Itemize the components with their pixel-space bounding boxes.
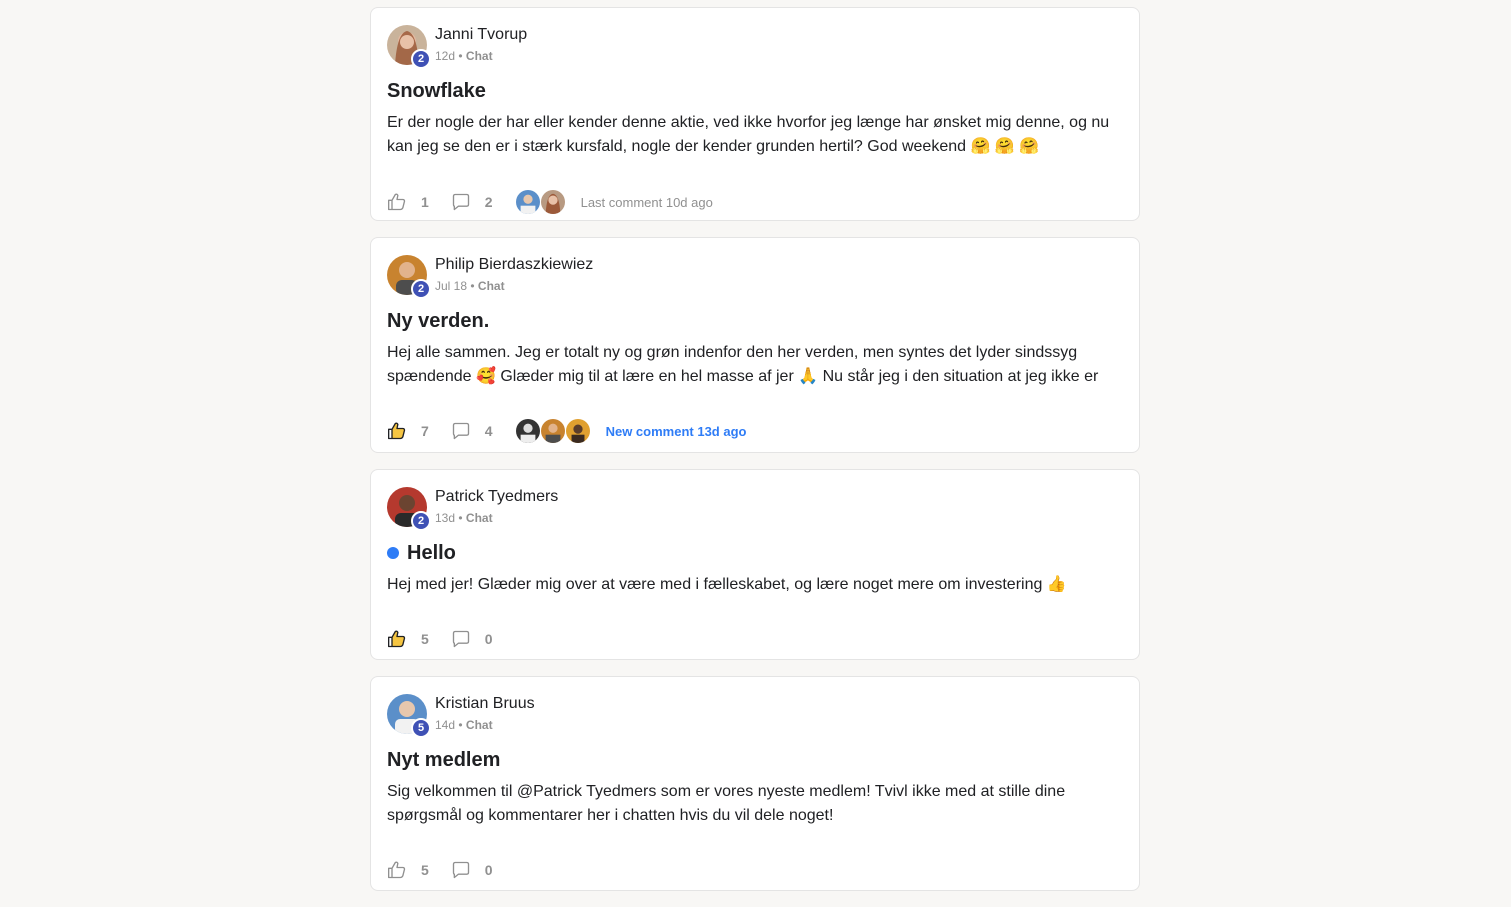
post-meta: 13d • Chat [435, 510, 558, 526]
author-info: Patrick Tyedmers 13d • Chat [435, 486, 558, 526]
post-time: 12d [435, 49, 456, 63]
commenter-avatar [539, 418, 566, 444]
level-badge: 5 [411, 718, 431, 738]
commenter-avatar [539, 189, 566, 215]
post-card[interactable]: 5 Kristian Bruus 14d • Chat Nyt medlem S… [370, 676, 1140, 891]
post-header: 2 Patrick Tyedmers 13d • Chat [387, 486, 1123, 534]
post-card[interactable]: 2 Philip Bierdaszkiewiez Jul 18 • Chat N… [370, 237, 1140, 453]
post-body[interactable]: Er der nogle der har eller kender denne … [387, 111, 1123, 159]
like-button[interactable]: 7 [387, 421, 429, 441]
commenter-avatar [564, 418, 591, 444]
post-category[interactable]: Chat [466, 511, 493, 525]
level-badge: 2 [411, 49, 431, 69]
comment-icon [452, 193, 469, 211]
post-title-text: Snowflake [387, 80, 486, 102]
level-badge: 2 [411, 511, 431, 531]
post-meta: 12d • Chat [435, 48, 527, 64]
author-name[interactable]: Patrick Tyedmers [435, 487, 558, 507]
post-time: 13d [435, 511, 456, 525]
post-body[interactable]: Hej med jer! Glæder mig over at være med… [387, 573, 1123, 597]
author-info: Janni Tvorup 12d • Chat [435, 24, 527, 64]
comment-count: 0 [484, 862, 493, 878]
post-footer: 7 4 New comment 13d ago [387, 402, 1123, 460]
author-info: Kristian Bruus 14d • Chat [435, 693, 535, 733]
post-header: 2 Janni Tvorup 12d • Chat [387, 24, 1123, 72]
post-meta: Jul 18 • Chat [435, 278, 593, 294]
like-count: 7 [421, 423, 429, 439]
post-header: 5 Kristian Bruus 14d • Chat [387, 693, 1123, 741]
meta-separator: • [458, 718, 466, 732]
post-footer: 5 0 [387, 841, 1123, 899]
post-meta: 14d • Chat [435, 717, 535, 733]
post-header: 2 Philip Bierdaszkiewiez Jul 18 • Chat [387, 254, 1123, 302]
like-count: 1 [421, 194, 429, 210]
thumbs-up-icon [388, 193, 406, 211]
avatar[interactable]: 2 [387, 255, 431, 299]
post-card[interactable]: 2 Patrick Tyedmers 13d • Chat Hello Hej … [370, 469, 1140, 660]
post-category[interactable]: Chat [478, 279, 505, 293]
comment-icon [452, 422, 469, 440]
post-footer: 1 2 Last comment 10d ago [387, 173, 1123, 231]
comment-button[interactable]: 4 [451, 421, 493, 441]
thumbs-up-icon [388, 422, 406, 440]
comment-icon [452, 861, 469, 879]
post-body[interactable]: Hej alle sammen. Jeg er totalt ny og grø… [387, 341, 1123, 389]
post-footer: 5 0 [387, 610, 1123, 668]
comment-icon [452, 630, 469, 648]
new-comment-status[interactable]: New comment 13d ago [606, 424, 747, 439]
comment-button[interactable]: 0 [451, 629, 493, 649]
commenter-avatar [514, 418, 541, 444]
comment-button[interactable]: 0 [451, 860, 493, 880]
comment-count: 2 [484, 194, 493, 210]
unread-indicator [387, 547, 399, 559]
post-time: 14d [435, 718, 456, 732]
level-badge: 2 [411, 279, 431, 299]
commenter-avatar [514, 189, 541, 215]
comment-count: 0 [484, 631, 493, 647]
post-title-text: Hello [407, 542, 456, 564]
like-button[interactable]: 1 [387, 192, 429, 212]
author-name[interactable]: Kristian Bruus [435, 694, 535, 714]
post-title-text: Ny verden. [387, 310, 490, 332]
comment-count: 4 [484, 423, 493, 439]
like-button[interactable]: 5 [387, 860, 429, 880]
thumbs-up-icon [388, 630, 406, 648]
like-count: 5 [421, 862, 429, 878]
author-name[interactable]: Janni Tvorup [435, 25, 527, 45]
post-time: Jul 18 [435, 279, 468, 293]
author-info: Philip Bierdaszkiewiez Jul 18 • Chat [435, 254, 593, 294]
meta-separator: • [470, 279, 478, 293]
post-body[interactable]: Sig velkommen til @Patrick Tyedmers som … [387, 780, 1123, 828]
post-title[interactable]: Nyt medlem [387, 747, 1123, 773]
commenter-avatars[interactable] [514, 189, 566, 215]
post-feed: 2 Janni Tvorup 12d • Chat Snowflake Er d… [370, 7, 1140, 907]
thumbs-up-icon [388, 861, 406, 879]
meta-separator: • [458, 511, 466, 525]
avatar[interactable]: 5 [387, 694, 431, 738]
author-name[interactable]: Philip Bierdaszkiewiez [435, 255, 593, 275]
post-card[interactable]: 2 Janni Tvorup 12d • Chat Snowflake Er d… [370, 7, 1140, 221]
like-count: 5 [421, 631, 429, 647]
meta-separator: • [458, 49, 466, 63]
post-category[interactable]: Chat [466, 718, 493, 732]
avatar[interactable]: 2 [387, 487, 431, 531]
like-button[interactable]: 5 [387, 629, 429, 649]
post-category[interactable]: Chat [466, 49, 493, 63]
post-title[interactable]: Hello [387, 540, 1123, 566]
post-title[interactable]: Snowflake [387, 78, 1123, 104]
commenter-avatars[interactable] [514, 418, 591, 444]
comment-button[interactable]: 2 [451, 192, 493, 212]
last-comment-status: Last comment 10d ago [580, 194, 713, 210]
avatar[interactable]: 2 [387, 25, 431, 69]
post-title-text: Nyt medlem [387, 749, 501, 771]
post-title[interactable]: Ny verden. [387, 308, 1123, 334]
